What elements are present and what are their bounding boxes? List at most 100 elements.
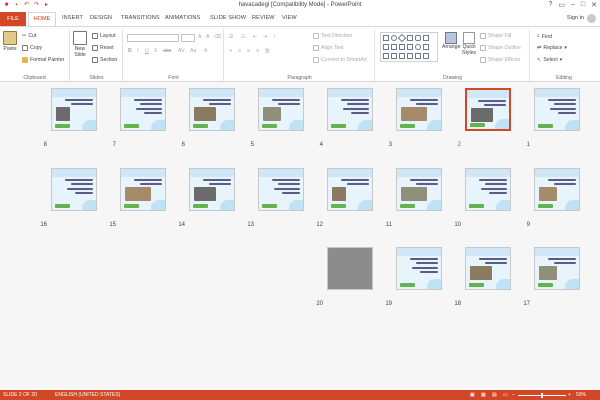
slide-thumbnail[interactable]	[189, 88, 235, 131]
shape-freeform-icon[interactable]	[407, 53, 413, 59]
shape-arrow-right-icon[interactable]	[383, 44, 389, 50]
tab-review[interactable]: REVIEW	[252, 15, 275, 21]
reset-button[interactable]: Reset	[92, 45, 114, 51]
find-button[interactable]: ⌕ Find	[537, 33, 552, 40]
shadow-button[interactable]: S	[154, 48, 157, 54]
shape-oval-icon[interactable]	[391, 35, 397, 41]
shape-fill-button[interactable]: Shape Fill	[480, 33, 511, 39]
text-direction-button[interactable]: Text Direction	[313, 33, 352, 39]
slide-thumbnail[interactable]	[465, 88, 511, 131]
select-button[interactable]: ↖ Select ▾	[537, 57, 562, 63]
clear-formatting-button[interactable]: ⌫	[214, 34, 221, 40]
help-button[interactable]: ?	[548, 1, 552, 9]
justify-button[interactable]: ≡	[256, 48, 259, 54]
align-text-button[interactable]: Align Text	[313, 45, 343, 51]
shape-star-icon[interactable]	[399, 44, 405, 50]
numbering-button[interactable]: ☷	[241, 34, 246, 40]
tab-view[interactable]: VIEW	[282, 15, 297, 21]
font-family-select[interactable]	[127, 34, 179, 42]
convert-to-smartart-button[interactable]: Convert to SmartArt	[313, 57, 367, 63]
tab-file[interactable]: FILE	[0, 12, 26, 26]
quick-styles-button[interactable]: Quick Styles	[462, 32, 476, 56]
shape-snip-rect-icon[interactable]	[415, 35, 421, 41]
layout-button[interactable]: Layout	[92, 33, 116, 39]
format-painter-button[interactable]: Format Painter	[22, 57, 64, 63]
slide-thumbnail[interactable]	[396, 88, 442, 131]
shape-rectangle-icon[interactable]	[383, 35, 389, 41]
maximize-button[interactable]: □	[581, 1, 585, 9]
shape-more-icon[interactable]	[423, 53, 429, 59]
arrange-button[interactable]: Arrange	[442, 32, 460, 50]
shape-block-arc-icon[interactable]	[415, 53, 421, 59]
slide-thumbnail[interactable]	[396, 168, 442, 211]
slide-show-view-icon[interactable]: ▭	[503, 392, 508, 398]
slide-thumbnail[interactable]	[120, 88, 166, 131]
copy-button[interactable]: Copy	[22, 45, 42, 51]
slide-sorter-view-icon[interactable]: ▦	[481, 392, 486, 398]
slide-thumbnail[interactable]	[51, 168, 97, 211]
section-button[interactable]: Section	[92, 57, 117, 63]
shape-callout-icon[interactable]	[407, 44, 413, 50]
zoom-in-button[interactable]: +	[568, 392, 571, 398]
replace-button[interactable]: ⇄ Replace ▾	[537, 45, 567, 51]
normal-view-icon[interactable]: ▣	[470, 392, 475, 398]
new-slide-button[interactable]: New Slide	[73, 31, 87, 58]
character-spacing-button[interactable]: AV	[178, 48, 185, 54]
underline-button[interactable]: U	[145, 48, 149, 54]
italic-button[interactable]: I	[137, 48, 138, 54]
cut-button[interactable]: ✂ Cut	[22, 33, 36, 39]
shape-outline-button[interactable]: Shape Outline	[480, 45, 521, 51]
shape-smiley-icon[interactable]	[415, 44, 421, 50]
shape-line-icon[interactable]	[383, 53, 389, 59]
change-case-button[interactable]: Aa	[190, 48, 196, 54]
shape-brace-icon[interactable]	[423, 44, 429, 50]
minimize-button[interactable]: –	[571, 1, 575, 9]
slide-thumbnail[interactable]	[120, 168, 166, 211]
slide-thumbnail[interactable]	[189, 168, 235, 211]
tab-slide-show[interactable]: SLIDE SHOW	[210, 15, 246, 21]
font-color-button[interactable]: A	[204, 48, 207, 54]
increase-font-size-button[interactable]: A	[198, 34, 201, 40]
shapes-gallery[interactable]	[380, 32, 438, 62]
align-left-button[interactable]: ≡	[229, 48, 232, 54]
slide-thumbnail[interactable]	[465, 168, 511, 211]
columns-button[interactable]: ▥	[265, 48, 270, 54]
language-indicator[interactable]: ENGLISH (UNITED STATES)	[55, 392, 120, 398]
bullets-button[interactable]: ☰	[229, 34, 234, 40]
slide-thumbnail[interactable]	[327, 88, 373, 131]
shape-diamond-icon[interactable]	[397, 33, 407, 43]
bold-button[interactable]: B	[128, 48, 132, 54]
shape-connector-icon[interactable]	[391, 53, 397, 59]
tab-animations[interactable]: ANIMATIONS	[165, 15, 200, 21]
slide-thumbnail[interactable]	[258, 168, 304, 211]
ribbon-display-options-button[interactable]: ▭	[558, 1, 565, 9]
align-center-button[interactable]: ≡	[238, 48, 241, 54]
slide-thumbnail[interactable]	[534, 247, 580, 290]
slide-thumbnail[interactable]	[534, 88, 580, 131]
tab-insert[interactable]: INSERT	[62, 15, 83, 21]
tab-transitions[interactable]: TRANSITIONS	[121, 15, 160, 21]
zoom-out-button[interactable]: –	[512, 392, 515, 398]
line-spacing-button[interactable]: ↕	[273, 34, 276, 40]
decrease-font-size-button[interactable]: A	[206, 34, 209, 40]
paste-button[interactable]: Paste	[3, 31, 17, 52]
slide-thumbnail[interactable]	[465, 247, 511, 290]
slide-thumbnail[interactable]	[534, 168, 580, 211]
slide-thumbnail[interactable]	[396, 247, 442, 290]
strikethrough-button[interactable]: abc	[163, 48, 171, 54]
sign-in-link[interactable]: Sign in	[567, 15, 584, 21]
zoom-slider-handle[interactable]	[541, 392, 543, 398]
shape-rounded-rect-icon[interactable]	[407, 35, 413, 41]
tab-design[interactable]: DESIGN	[90, 15, 112, 21]
slide-thumbnail[interactable]	[327, 247, 373, 290]
slide-thumbnail[interactable]	[258, 88, 304, 131]
align-right-button[interactable]: ≡	[247, 48, 250, 54]
user-avatar[interactable]	[587, 14, 596, 23]
decrease-indent-button[interactable]: ⇤	[253, 34, 257, 40]
shape-effects-button[interactable]: Shape Effects	[480, 57, 520, 63]
zoom-level[interactable]: 50%	[576, 392, 586, 398]
shape-curve-icon[interactable]	[399, 53, 405, 59]
close-button[interactable]: ✕	[591, 1, 597, 9]
font-size-select[interactable]	[181, 34, 195, 42]
shape-triangle-icon[interactable]	[423, 35, 429, 41]
